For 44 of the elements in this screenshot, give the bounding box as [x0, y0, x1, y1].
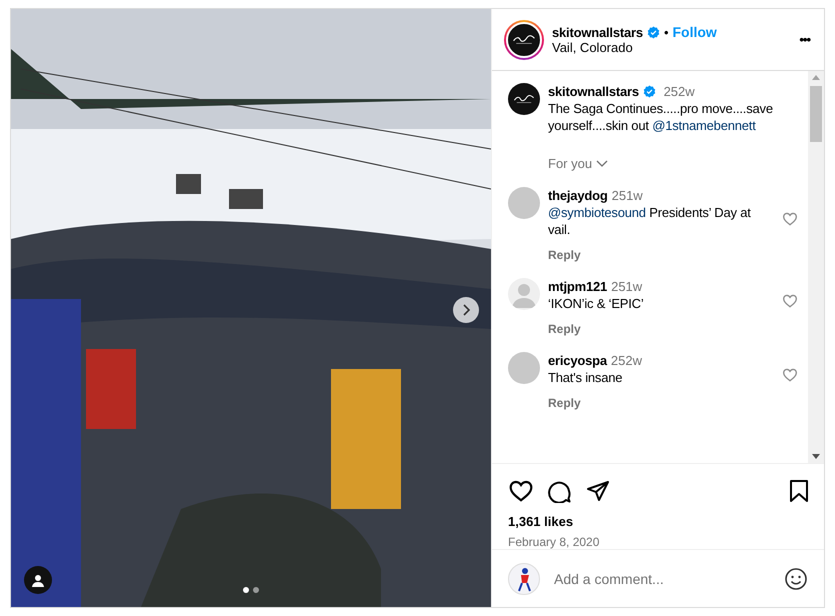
user-avatar[interactable] [508, 562, 540, 594]
for-you-dropdown[interactable]: For you [548, 156, 608, 171]
emoji-button[interactable] [784, 566, 808, 590]
comment-button[interactable] [548, 479, 572, 503]
reply-button[interactable]: Reply [548, 396, 581, 410]
avatar[interactable] [508, 83, 540, 115]
paper-plane-icon [586, 479, 610, 503]
username[interactable]: skitownallstars [548, 83, 639, 100]
heart-icon[interactable] [508, 478, 534, 504]
username[interactable]: ericyospa [548, 352, 607, 369]
person-silhouette-icon [30, 572, 46, 588]
scrollbar-thumb[interactable] [810, 86, 822, 142]
comment-text: @symbiotesound Presidents’ Day at vail. [548, 204, 752, 238]
timestamp: 252w [610, 352, 642, 369]
reply-button[interactable]: Reply [548, 248, 581, 262]
chevron-down-icon [596, 160, 608, 168]
username[interactable]: thejaydog [548, 187, 608, 204]
timestamp: 251w [611, 278, 642, 295]
mention-link[interactable]: @1stnamebennett [652, 118, 756, 133]
reply-button[interactable]: Reply [548, 322, 581, 336]
more-options-button[interactable]: ••• [799, 32, 810, 47]
likes-count[interactable]: 1,361 likes [492, 510, 824, 529]
post-date: February 8, 2020 [507, 534, 600, 549]
separator-dot: • [664, 24, 668, 40]
story-ring-avatar[interactable] [504, 20, 544, 60]
location-text[interactable]: Vail, Colorado [552, 40, 717, 55]
caption-text: The Saga Continues.....pro move....save yourself....skin out @1stnamebennett [548, 100, 774, 134]
timestamp: 252w [662, 83, 695, 100]
comment-text: That's insane [548, 369, 624, 386]
smiley-icon [784, 566, 808, 590]
verified-badge-icon [646, 26, 660, 38]
timestamp: 251w [612, 187, 643, 204]
comment-text: ‘IKON’ic & ‘EPIC’ [548, 295, 645, 312]
comment-bubble-icon [548, 479, 572, 503]
scrollbar[interactable] [808, 71, 824, 463]
share-button[interactable] [586, 479, 610, 503]
verified-badge-icon [642, 85, 656, 98]
bookmark-icon[interactable] [788, 479, 810, 503]
scroll-down-icon[interactable] [812, 454, 820, 459]
username[interactable]: mtjpm121 [548, 278, 608, 295]
comment-input[interactable]: Add a comment... [552, 570, 772, 588]
chevron-right-icon [461, 304, 471, 316]
username[interactable]: skitownallstars [552, 24, 643, 40]
mention-link[interactable]: @symbiotesound [548, 205, 646, 220]
